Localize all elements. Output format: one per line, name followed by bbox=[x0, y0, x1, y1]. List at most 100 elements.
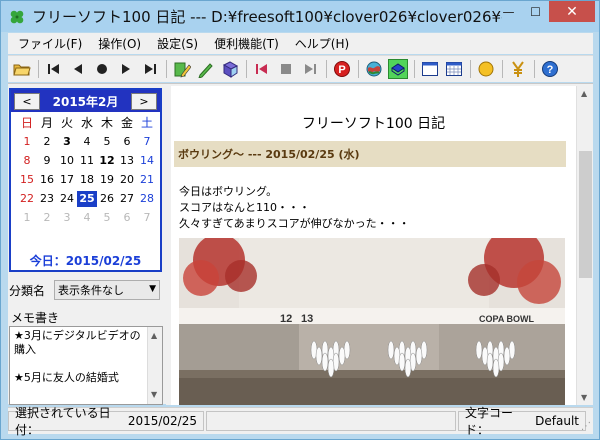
sun-icon[interactable] bbox=[476, 59, 496, 79]
menu-operation[interactable]: 操作(O) bbox=[98, 35, 141, 52]
calendar-day[interactable]: 7 bbox=[137, 134, 157, 150]
photo-lane-number: 13 bbox=[301, 313, 313, 325]
weekday-header: 木 bbox=[100, 116, 113, 130]
calendar-day[interactable]: 4 bbox=[77, 210, 97, 226]
calendar-day[interactable]: 5 bbox=[97, 210, 117, 226]
scrollbar-thumb[interactable] bbox=[579, 151, 592, 278]
calendar-day[interactable]: 24 bbox=[57, 191, 77, 207]
close-button[interactable]: ✕ bbox=[549, 1, 595, 22]
globe-icon[interactable] bbox=[364, 59, 384, 79]
memo-textarea[interactable]: ★3月にデジタルビデオの 購入 ★5月に友人の結婚式 ▲ ▼ bbox=[9, 326, 163, 405]
menu-file[interactable]: ファイル(F) bbox=[18, 35, 82, 52]
calendar-day[interactable]: 26 bbox=[97, 191, 117, 207]
highlight-icon[interactable] bbox=[388, 59, 408, 79]
stop-icon[interactable] bbox=[276, 59, 296, 79]
calendar-day[interactable]: 13 bbox=[117, 153, 137, 169]
calendar-day[interactable]: 11 bbox=[77, 153, 97, 169]
calendar-day[interactable]: 6 bbox=[117, 210, 137, 226]
help-icon[interactable]: ? bbox=[540, 59, 560, 79]
prev-month-button[interactable]: < bbox=[14, 92, 40, 110]
book-icon[interactable] bbox=[220, 59, 240, 79]
menu-help[interactable]: ヘルプ(H) bbox=[295, 35, 349, 52]
calendar-header: < 2015年2月 > bbox=[11, 90, 160, 112]
pen-icon[interactable] bbox=[196, 59, 216, 79]
calendar-day[interactable]: 16 bbox=[37, 172, 57, 188]
clover-app-icon bbox=[8, 8, 26, 26]
calendar-day[interactable]: 18 bbox=[77, 172, 97, 188]
toolbar-separator bbox=[414, 60, 415, 78]
open-folder-icon[interactable] bbox=[12, 59, 32, 79]
menu-tools[interactable]: 便利機能(T) bbox=[214, 35, 279, 52]
scroll-down-icon[interactable]: ▼ bbox=[151, 388, 157, 402]
first-icon[interactable] bbox=[44, 59, 64, 79]
today-label[interactable]: 今日：2015/02/25 bbox=[11, 252, 160, 269]
calendar-day[interactable]: 1 bbox=[17, 210, 37, 226]
calendar-day[interactable]: 8 bbox=[17, 153, 37, 169]
calendar-day[interactable]: 7 bbox=[137, 210, 157, 226]
maximize-button[interactable]: ☐ bbox=[522, 1, 549, 22]
svg-text:?: ? bbox=[547, 64, 554, 76]
calendar-day[interactable]: 10 bbox=[57, 153, 77, 169]
calendar-day[interactable]: 1 bbox=[17, 134, 37, 150]
memo-line bbox=[14, 357, 144, 371]
memo-label: メモ書き bbox=[11, 311, 60, 325]
memo-scrollbar[interactable]: ▲ ▼ bbox=[147, 327, 162, 404]
scroll-up-icon[interactable]: ▲ bbox=[581, 89, 587, 98]
calendar-day[interactable]: 15 bbox=[17, 172, 37, 188]
edit-pencil-icon[interactable] bbox=[172, 59, 192, 79]
play-icon[interactable] bbox=[116, 59, 136, 79]
calendar-day[interactable]: 20 bbox=[117, 172, 137, 188]
resize-grip-icon[interactable]: ⋰ bbox=[581, 421, 591, 432]
memo-line: ★3月にデジタルビデオの bbox=[14, 329, 141, 342]
toolbar-separator bbox=[534, 60, 535, 78]
scroll-up-icon[interactable]: ▲ bbox=[151, 329, 157, 343]
status-selected-date: 選択されている日付： 2015/02/25 bbox=[8, 406, 204, 437]
menu-settings[interactable]: 設定(S) bbox=[157, 35, 198, 52]
calendar-day[interactable]: 23 bbox=[37, 191, 57, 207]
calendar-day[interactable]: 3 bbox=[57, 134, 77, 150]
parking-icon[interactable]: P bbox=[332, 59, 352, 79]
calendar-day[interactable]: 6 bbox=[117, 134, 137, 150]
calendar-day[interactable]: 14 bbox=[137, 153, 157, 169]
calendar-day[interactable]: 28 bbox=[137, 191, 157, 207]
calendar-day[interactable]: 4 bbox=[77, 134, 97, 150]
status-empty-pane bbox=[206, 411, 456, 431]
calendar-day[interactable]: 12 bbox=[97, 153, 117, 169]
toolbar-separator bbox=[166, 60, 167, 78]
calendar-day[interactable]: 27 bbox=[117, 191, 137, 207]
calendar-icon[interactable] bbox=[444, 59, 464, 79]
menu-bar: ファイル(F) 操作(O) 設定(S) 便利機能(T) ヘルプ(H) bbox=[8, 33, 593, 54]
calendar-day[interactable]: 9 bbox=[37, 153, 57, 169]
photo-lane-number: 12 bbox=[280, 313, 292, 325]
yen-icon[interactable] bbox=[508, 59, 528, 79]
entry-body: 今日はボウリング。 スコアはなんと110・・・ 久々すぎてあまりスコアが伸びなか… bbox=[179, 184, 410, 232]
calendar-day[interactable]: 21 bbox=[137, 172, 157, 188]
next-month-button[interactable]: > bbox=[131, 92, 157, 110]
calendar-day[interactable]: 22 bbox=[17, 191, 37, 207]
weekday-header: 水 bbox=[80, 116, 93, 130]
title-bar[interactable]: フリーソフト100 日記 --- D:¥freesoft100¥clover02… bbox=[1, 1, 599, 32]
content-scrollbar[interactable]: ▲ ▼ bbox=[576, 86, 593, 405]
calendar-day[interactable]: 5 bbox=[97, 134, 117, 150]
calendar-day[interactable]: 25 bbox=[77, 191, 97, 207]
entry-line: スコアはなんと110・・・ bbox=[179, 201, 310, 214]
prev-icon[interactable] bbox=[68, 59, 88, 79]
calendar-day[interactable]: 17 bbox=[57, 172, 77, 188]
record-icon[interactable] bbox=[92, 59, 112, 79]
window-icon[interactable] bbox=[420, 59, 440, 79]
status-bar: 選択されている日付： 2015/02/25 文字コード： Default ⋰ bbox=[8, 406, 593, 437]
calendar-day[interactable]: 3 bbox=[57, 210, 77, 226]
weekday-header: 日 bbox=[20, 116, 33, 130]
calendar-day[interactable]: 19 bbox=[97, 172, 117, 188]
calendar-day[interactable]: 2 bbox=[37, 210, 57, 226]
category-filter-select[interactable]: 表示条件なし ▼ bbox=[54, 280, 160, 300]
forward-gray-icon[interactable] bbox=[300, 59, 320, 79]
svg-text:P: P bbox=[338, 64, 345, 76]
scroll-down-icon[interactable]: ▼ bbox=[581, 393, 587, 402]
minimize-button[interactable]: — bbox=[495, 1, 522, 22]
calendar-day[interactable]: 2 bbox=[37, 134, 57, 150]
weekday-header: 火 bbox=[60, 116, 73, 130]
back-red-icon[interactable] bbox=[252, 59, 272, 79]
last-icon[interactable] bbox=[140, 59, 160, 79]
status-selected-label: 選択されている日付： bbox=[15, 406, 111, 437]
